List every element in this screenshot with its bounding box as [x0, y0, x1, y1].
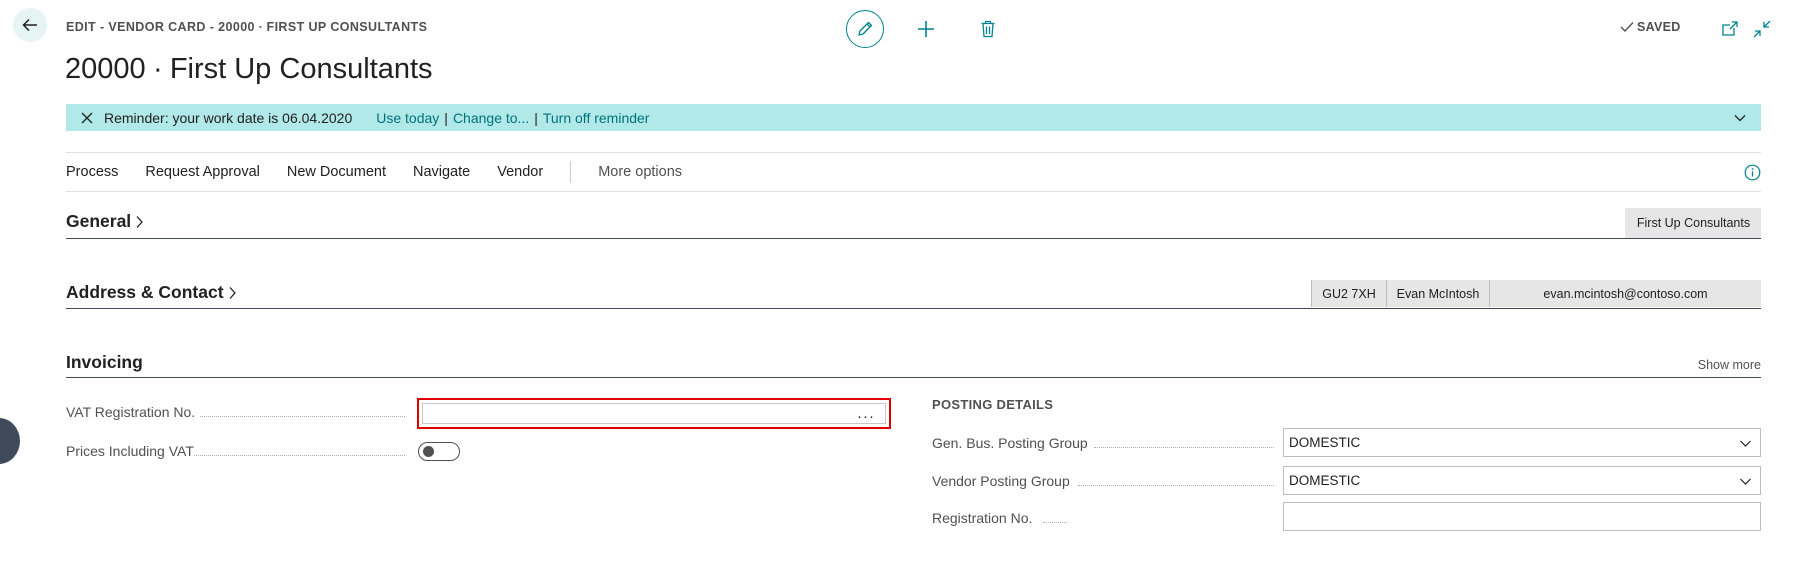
delete-button[interactable] — [969, 10, 1007, 48]
vendor-posting-group-select[interactable]: DOMESTIC — [1283, 466, 1761, 495]
gen-bus-posting-group-select[interactable]: DOMESTIC — [1283, 428, 1761, 457]
section-general-title: General — [66, 211, 132, 231]
general-summary-brick[interactable]: First Up Consultants — [1625, 208, 1761, 238]
field-leader-dots — [1094, 447, 1274, 448]
reminder-text: Reminder: your work date is 06.04.2020 — [104, 109, 353, 126]
section-invoicing-header[interactable]: Invoicing — [66, 352, 143, 373]
section-invoicing: Invoicing Show more — [66, 348, 1761, 378]
registration-no-label: Registration No. — [932, 510, 1033, 526]
address-contact-brick[interactable]: Evan McIntosh — [1387, 280, 1490, 307]
saved-status: SAVED — [1620, 20, 1681, 34]
action-new-document[interactable]: New Document — [287, 164, 386, 180]
use-today-link[interactable]: Use today — [376, 110, 439, 126]
turn-off-reminder-link[interactable]: Turn off reminder — [543, 110, 650, 126]
section-address-contact-title: Address & Contact — [66, 282, 224, 302]
show-more-link[interactable]: Show more — [1698, 358, 1761, 372]
checkmark-icon — [1620, 22, 1634, 33]
field-leader-dots — [194, 455, 405, 456]
reminder-separator: | — [534, 109, 538, 126]
vat-registration-label: VAT Registration No. — [66, 404, 196, 420]
action-bar: Process Request Approval New Document Na… — [66, 152, 1761, 192]
add-button[interactable] — [907, 10, 945, 48]
action-navigate[interactable]: Navigate — [413, 164, 470, 180]
action-request-approval[interactable]: Request Approval — [145, 164, 259, 180]
breadcrumb: EDIT - VENDOR CARD - 20000 ∙ FIRST UP CO… — [66, 20, 428, 34]
section-invoicing-title: Invoicing — [66, 352, 143, 372]
toggle-knob — [423, 446, 434, 457]
vat-registration-input[interactable]: ··· — [417, 398, 891, 429]
vat-registration-field[interactable]: ··· — [422, 403, 886, 425]
arrow-left-icon — [22, 18, 37, 32]
gen-bus-posting-group-label: Gen. Bus. Posting Group — [932, 435, 1088, 451]
registration-no-input[interactable] — [1283, 502, 1761, 531]
field-leader-dots — [1078, 485, 1274, 486]
prices-including-vat-toggle[interactable] — [418, 442, 460, 461]
vendor-posting-group-label: Vendor Posting Group — [932, 473, 1070, 489]
open-in-new-window-icon — [1722, 21, 1738, 36]
lookup-ellipsis-button[interactable]: ··· — [857, 408, 875, 425]
chevron-right-icon — [229, 286, 236, 299]
pencil-icon — [858, 21, 873, 36]
section-address-contact: Address & Contact GU2 7XH Evan McIntosh … — [66, 277, 1761, 309]
chevron-down-icon — [1740, 440, 1751, 447]
reminder-separator: | — [444, 109, 448, 126]
back-button[interactable] — [13, 8, 47, 42]
section-address-contact-header[interactable]: Address & Contact — [66, 282, 237, 303]
posting-details-header: POSTING DETAILS — [932, 397, 1054, 412]
address-postcode-brick[interactable]: GU2 7XH — [1311, 280, 1387, 307]
chevron-right-icon — [136, 215, 144, 228]
address-email-brick[interactable]: evan.mcintosh@contoso.com — [1490, 280, 1761, 307]
info-icon[interactable] — [1744, 164, 1761, 181]
prices-including-vat-label: Prices Including VAT — [66, 443, 194, 459]
open-in-new-window-button[interactable] — [1720, 19, 1740, 39]
field-leader-dots — [200, 416, 405, 417]
saved-label: SAVED — [1637, 20, 1681, 34]
work-date-reminder-bar: Reminder: your work date is 06.04.2020 U… — [66, 104, 1761, 131]
section-general-header[interactable]: General — [66, 211, 144, 232]
action-process[interactable]: Process — [66, 164, 118, 180]
edit-button[interactable] — [846, 10, 884, 48]
action-vendor[interactable]: Vendor — [497, 164, 543, 180]
collapse-button[interactable] — [1752, 19, 1772, 39]
side-panel-handle[interactable] — [0, 418, 20, 464]
trash-icon — [981, 20, 995, 38]
chevron-down-icon[interactable] — [1733, 111, 1747, 125]
chevron-down-icon — [1740, 478, 1751, 485]
action-divider — [570, 161, 572, 183]
action-more-options[interactable]: More options — [598, 164, 682, 180]
vendor-posting-group-value: DOMESTIC — [1289, 473, 1361, 488]
field-leader-dots — [1043, 522, 1067, 523]
section-general: General First Up Consultants — [66, 205, 1761, 239]
change-to-link[interactable]: Change to... — [453, 110, 529, 126]
close-icon[interactable] — [80, 111, 94, 125]
plus-icon — [918, 21, 934, 37]
collapse-icon — [1753, 20, 1771, 38]
gen-bus-posting-group-value: DOMESTIC — [1289, 435, 1361, 450]
page-title: 20000 ∙ First Up Consultants — [65, 53, 433, 85]
